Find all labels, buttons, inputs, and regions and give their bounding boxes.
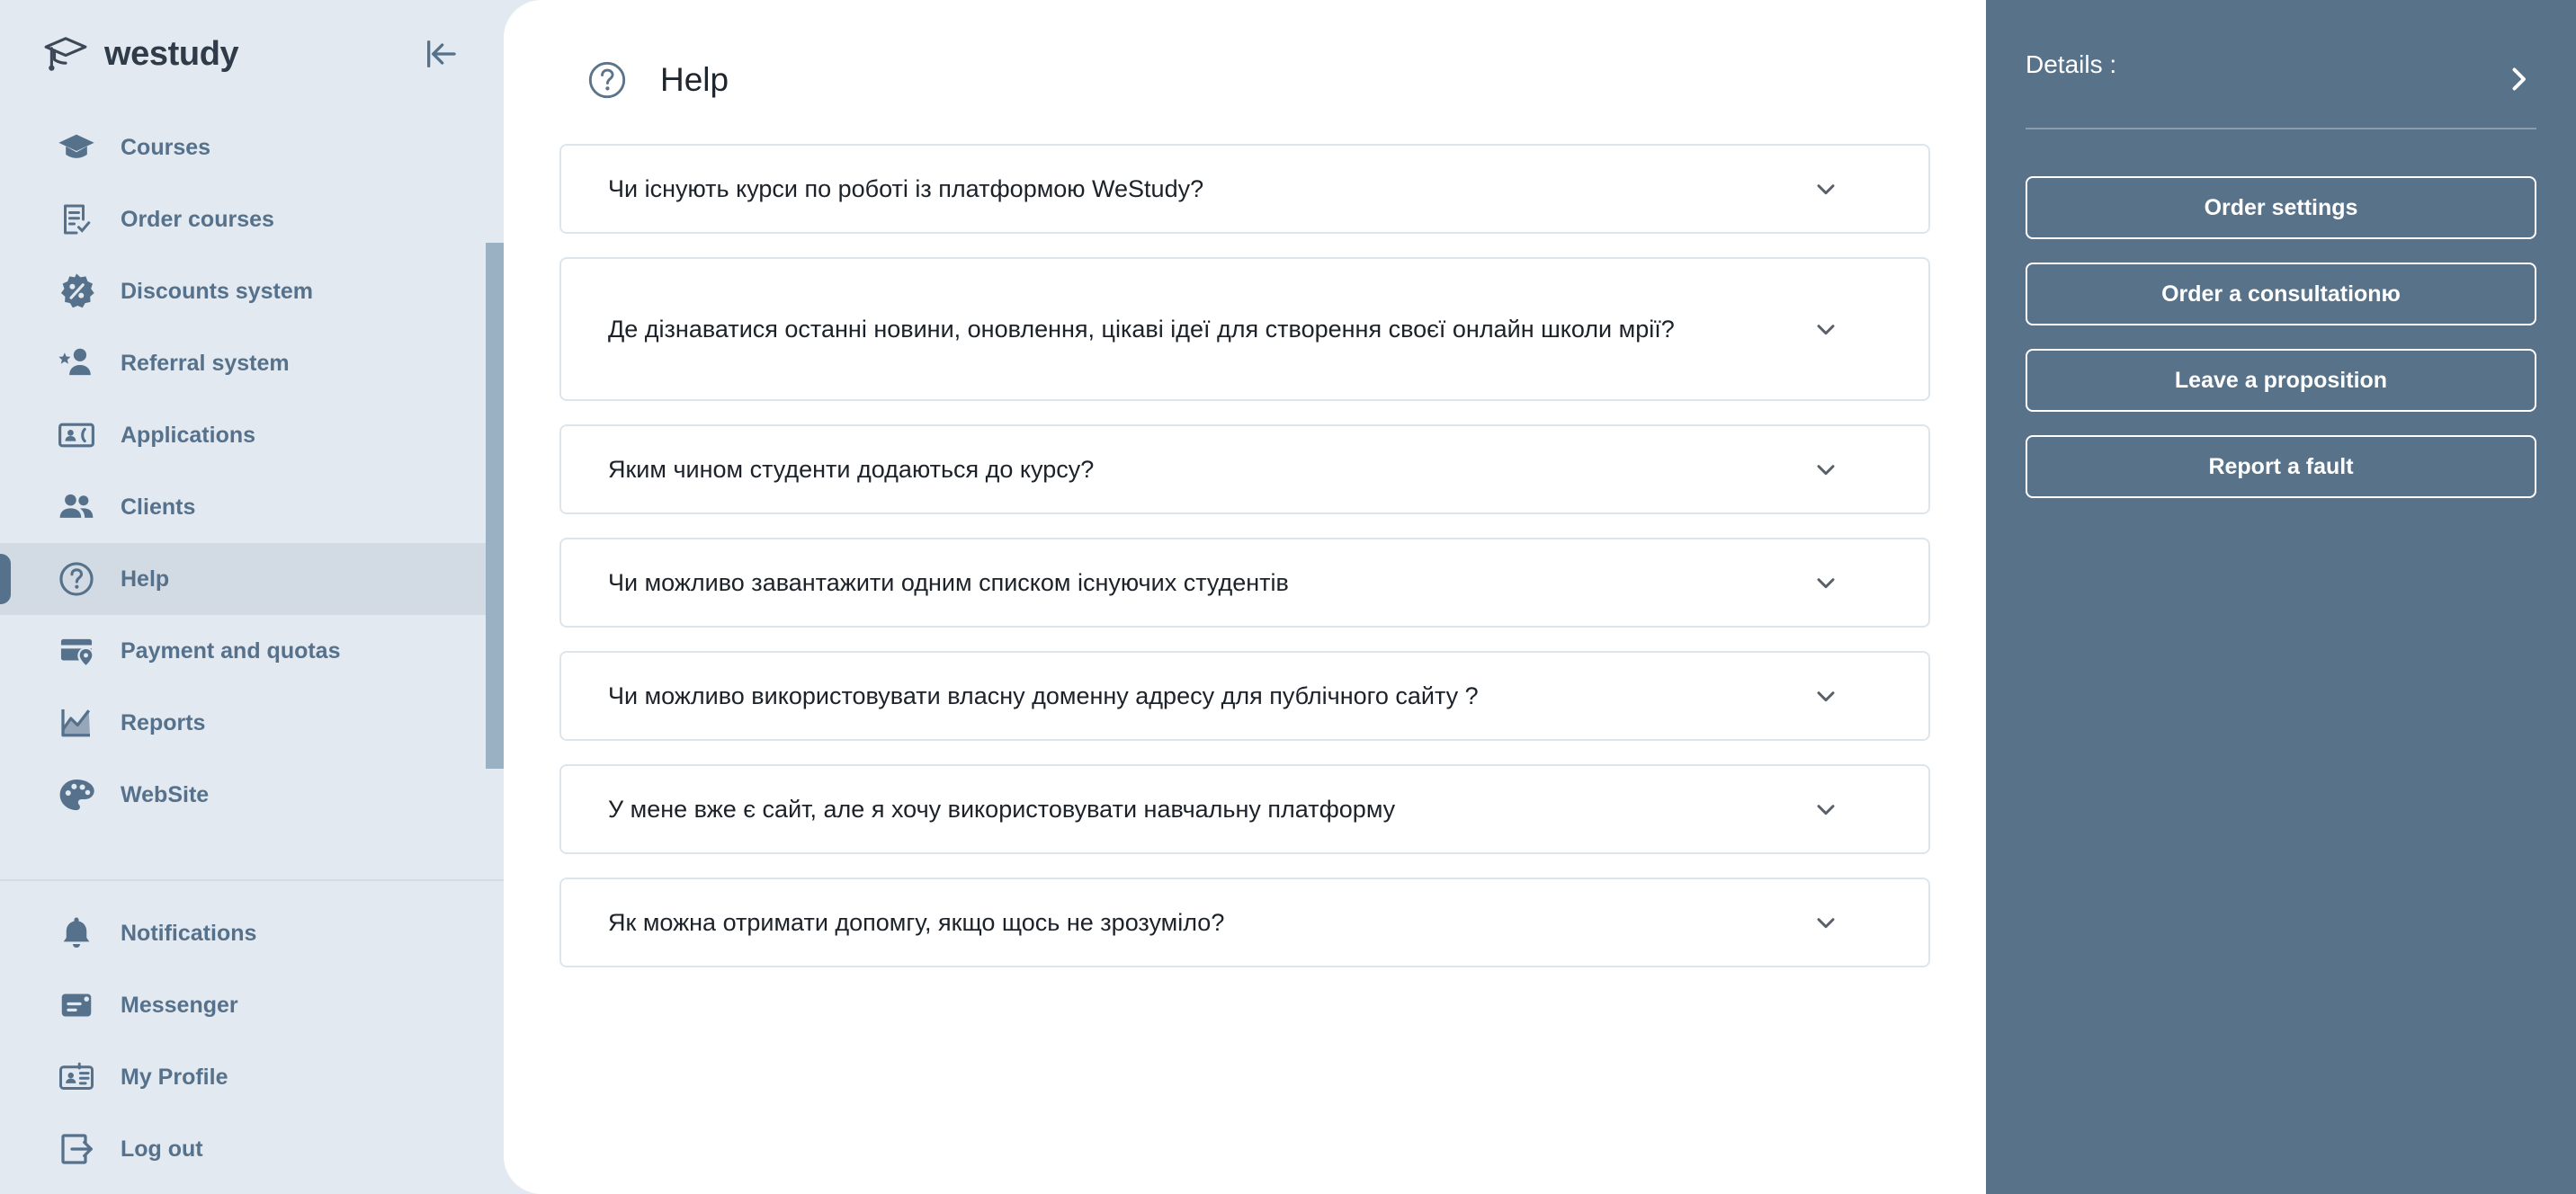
sidebar-item-messenger[interactable]: Messenger xyxy=(0,969,504,1041)
faq-question: Де дізнаватися останні новини, оновлення… xyxy=(608,315,1675,343)
sidebar-item-label: Reports xyxy=(121,709,206,735)
sidebar-item-order-courses[interactable]: Order courses xyxy=(0,183,504,255)
action-buttons-group: Order settings Order a consultationю Lea… xyxy=(2026,176,2536,498)
sidebar-item-label: Order courses xyxy=(121,206,274,232)
sidebar-item-help[interactable]: Help xyxy=(0,543,504,615)
contact-card-icon xyxy=(56,414,97,456)
faq-question: У мене вже є сайт, але я хочу використов… xyxy=(608,795,1396,823)
sidebar-item-label: Discounts system xyxy=(121,278,313,304)
faq-item[interactable]: Чи існують курси по роботі із платформою… xyxy=(559,144,1930,234)
users-icon xyxy=(56,486,97,528)
sidebar-item-reports[interactable]: Reports xyxy=(0,687,504,759)
sidebar-item-label: Referral system xyxy=(121,350,290,376)
user-star-icon xyxy=(56,343,97,384)
faq-item[interactable]: Яким чином студенти додаються до курсу? xyxy=(559,424,1930,514)
sidebar-item-applications[interactable]: Applications xyxy=(0,399,504,471)
chevron-down-icon[interactable] xyxy=(1808,171,1844,207)
page-title: Help xyxy=(660,61,729,98)
order-a-consultation-button[interactable]: Order a consultationю xyxy=(2026,263,2536,325)
faq-item[interactable]: У мене вже є сайт, але я хочу використов… xyxy=(559,764,1930,854)
sidebar-item-label: Messenger xyxy=(121,992,238,1018)
chevron-down-icon[interactable] xyxy=(1808,451,1844,487)
chart-line-icon xyxy=(56,702,97,744)
faq-question: Яким чином студенти додаються до курсу? xyxy=(608,455,1095,483)
id-card-icon xyxy=(56,1056,97,1098)
leave-a-proposition-button[interactable]: Leave a proposition xyxy=(2026,349,2536,412)
palette-icon xyxy=(56,774,97,815)
bell-icon xyxy=(56,913,97,954)
sidebar-item-referral-system[interactable]: Referral system xyxy=(0,327,504,399)
collapse-sidebar-icon[interactable] xyxy=(421,34,461,74)
left-sidebar: westudy Courses Order courses Discounts … xyxy=(0,0,504,1194)
sidebar-item-label: Applications xyxy=(121,422,256,448)
faq-question: Як можна отримати допомгу, якщо щось не … xyxy=(608,908,1225,936)
faq-item[interactable]: Чи можливо завантажити одним списком існ… xyxy=(559,538,1930,628)
brand-header: westudy xyxy=(0,0,504,108)
sidebar-item-label: Clients xyxy=(121,494,196,520)
discount-badge-icon xyxy=(56,271,97,312)
chevron-down-icon[interactable] xyxy=(1808,565,1844,601)
card-pin-icon xyxy=(56,630,97,672)
details-label: Details : xyxy=(2026,50,2117,78)
question-circle-icon xyxy=(586,59,628,101)
sidebar-item-courses[interactable]: Courses xyxy=(0,111,504,183)
report-a-fault-button[interactable]: Report a fault xyxy=(2026,435,2536,498)
sidebar-item-my-profile[interactable]: My Profile xyxy=(0,1041,504,1113)
sidebar-item-label: WebSite xyxy=(121,781,210,807)
sidebar-nav-bottom: Notifications Messenger My Profile Log o… xyxy=(0,879,504,1194)
chevron-down-icon[interactable] xyxy=(1808,904,1844,940)
details-header: Details : xyxy=(2026,0,2536,97)
logout-icon xyxy=(56,1128,97,1170)
sidebar-item-clients[interactable]: Clients xyxy=(0,471,504,543)
chevron-down-icon[interactable] xyxy=(1808,311,1844,347)
faq-question: Чи можливо завантажити одним списком існ… xyxy=(608,568,1289,596)
right-details-panel: Details : Order settings Order a consult… xyxy=(1986,0,2576,1194)
details-divider xyxy=(2026,128,2536,129)
sidebar-item-notifications[interactable]: Notifications xyxy=(0,897,504,969)
receipt-check-icon xyxy=(56,199,97,240)
sidebar-item-label: Payment and quotas xyxy=(121,637,341,664)
chevron-down-icon[interactable] xyxy=(1808,678,1844,714)
sidebar-item-discounts-system[interactable]: Discounts system xyxy=(0,255,504,327)
order-settings-button[interactable]: Order settings xyxy=(2026,176,2536,239)
faq-item[interactable]: Де дізнаватися останні новини, оновлення… xyxy=(559,257,1930,401)
faq-question: Чи існують курси по роботі із платформою… xyxy=(608,174,1204,202)
sidebar-item-label: Help xyxy=(121,566,170,592)
sidebar-item-label: Log out xyxy=(121,1136,203,1162)
chevron-down-icon[interactable] xyxy=(1808,791,1844,827)
main-content: Help Чи існують курси по роботі із платф… xyxy=(504,0,1986,1194)
app-root: westudy Courses Order courses Discounts … xyxy=(0,0,2576,1194)
sidebar-item-label: Courses xyxy=(121,134,211,160)
sidebar-item-log-out[interactable]: Log out xyxy=(0,1113,504,1185)
faq-accordion-list: Чи існують курси по роботі із платформою… xyxy=(504,108,1986,967)
message-icon xyxy=(56,985,97,1026)
faq-item[interactable]: Чи можливо використовувати власну доменн… xyxy=(559,651,1930,741)
page-header: Help xyxy=(504,0,1986,108)
sidebar-item-website[interactable]: WebSite xyxy=(0,759,504,831)
question-circle-icon xyxy=(56,558,97,600)
graduation-cap-icon xyxy=(56,127,97,168)
faq-question: Чи можливо використовувати власну доменн… xyxy=(608,682,1479,709)
sidebar-item-payment-and-quotas[interactable]: Payment and quotas xyxy=(0,615,504,687)
faq-item[interactable]: Як можна отримати допомгу, якщо щось не … xyxy=(559,878,1930,967)
chevron-right-icon[interactable] xyxy=(2500,61,2536,97)
sidebar-item-label: Notifications xyxy=(121,920,257,946)
sidebar-item-label: My Profile xyxy=(121,1064,228,1090)
sidebar-nav-main: Courses Order courses Discounts system R… xyxy=(0,108,504,831)
graduation-cap-icon xyxy=(41,30,90,78)
sidebar-scrollbar-thumb[interactable] xyxy=(486,243,504,769)
brand-name: westudy xyxy=(104,34,239,73)
